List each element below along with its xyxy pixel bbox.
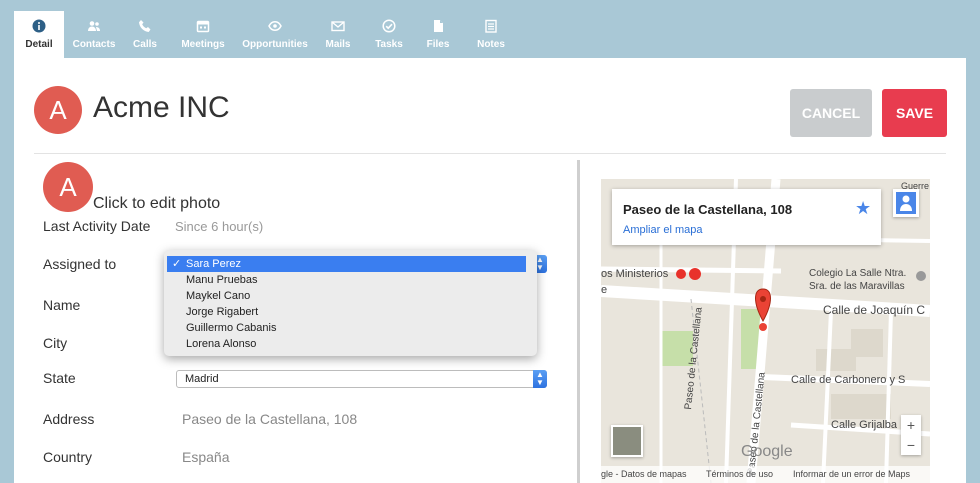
dropdown-option[interactable]: Maykel Cano xyxy=(164,288,537,304)
tab-label: Mails xyxy=(325,39,351,50)
contacts-icon xyxy=(88,21,100,31)
map-label: e xyxy=(601,284,608,296)
terms-link[interactable]: Términos de uso xyxy=(706,466,773,483)
star-icon[interactable]: ★ xyxy=(855,198,871,219)
pegman-icon xyxy=(896,192,916,214)
country-label: Country xyxy=(43,449,93,465)
tab-label: Notes xyxy=(477,39,505,50)
map-info-title: Paseo de la Castellana, 108 xyxy=(623,202,793,217)
photo-avatar[interactable]: A xyxy=(43,162,93,212)
last-activity-label: Last Activity Date xyxy=(43,218,151,234)
notes-icon xyxy=(485,19,497,33)
country-value[interactable]: España xyxy=(182,449,229,465)
select-arrows-icon: ▲ ▼ xyxy=(533,370,547,388)
map-label: Calle de Carbonero y S xyxy=(791,374,906,386)
assigned-to-dropdown: ✓ Sara Perez Manu Pruebas Maykel Cano Jor… xyxy=(164,250,537,356)
tab-files[interactable]: Files xyxy=(422,11,454,58)
city-label: City xyxy=(43,335,68,351)
tab-label: Meetings xyxy=(181,39,225,50)
tab-tasks[interactable]: Tasks xyxy=(370,11,408,58)
tab-label: Files xyxy=(426,39,450,50)
mail-icon xyxy=(331,21,345,32)
last-activity-value: Since 6 hour(s) xyxy=(175,219,264,234)
state-label: State xyxy=(43,370,76,386)
zoom-in-button[interactable]: + xyxy=(901,415,921,435)
satellite-toggle[interactable] xyxy=(611,425,643,457)
zoom-control: + − xyxy=(901,415,921,455)
map-label: Calle Grijalba xyxy=(831,419,898,431)
phone-icon xyxy=(139,20,151,32)
address-label: Address xyxy=(43,411,95,427)
tab-label: Calls xyxy=(133,39,157,50)
report-error-link[interactable]: Informar de un error de Maps xyxy=(793,466,910,483)
tab-label: Contacts xyxy=(72,39,116,50)
tab-opportunities[interactable]: Opportunities xyxy=(240,11,310,58)
zoom-out-button[interactable]: − xyxy=(901,435,921,455)
tab-meetings[interactable]: Meetings xyxy=(178,11,228,58)
header-divider xyxy=(34,153,946,154)
tab-label: Tasks xyxy=(375,39,403,50)
avatar: A xyxy=(34,86,82,134)
file-icon xyxy=(434,20,443,32)
tab-calls[interactable]: Calls xyxy=(128,11,162,58)
tab-contacts[interactable]: Contacts xyxy=(70,11,118,58)
map-info-box: Paseo de la Castellana, 108 Ampliar el m… xyxy=(612,189,881,245)
google-logo: Google xyxy=(741,443,793,460)
column-separator xyxy=(577,160,580,483)
tab-mails[interactable]: Mails xyxy=(320,11,356,58)
address-value[interactable]: Paseo de la Castellana, 108 xyxy=(182,411,357,427)
tab-bar: Detail Contacts Calls Meetings Opportuni… xyxy=(0,0,980,58)
tab-notes[interactable]: Notes xyxy=(472,11,510,58)
page-title: Acme INC xyxy=(93,91,230,124)
check-icon xyxy=(382,19,396,33)
calendar-icon xyxy=(196,20,210,33)
tab-label: Opportunities xyxy=(242,39,308,50)
detail-panel: A Acme INC CANCEL SAVE A Click to edit p… xyxy=(14,58,966,483)
map-label: os Ministerios xyxy=(601,268,669,280)
dropdown-option[interactable]: Lorena Alonso xyxy=(164,336,537,352)
tab-label: Detail xyxy=(25,39,53,50)
dropdown-option[interactable]: ✓ Sara Perez xyxy=(167,256,526,272)
map-label: Colegio La Salle Ntra. xyxy=(809,268,907,279)
state-select[interactable]: Madrid ▲ ▼ xyxy=(176,370,547,388)
map-attribution: gle - Datos de mapas Términos de uso Inf… xyxy=(601,466,930,483)
dropdown-option[interactable]: Jorge Rigabert xyxy=(164,304,537,320)
right-background-strip xyxy=(966,58,980,483)
tab-detail[interactable]: Detail xyxy=(14,11,64,58)
edit-photo-link[interactable]: Click to edit photo xyxy=(93,195,220,213)
save-button[interactable]: SAVE xyxy=(882,89,947,137)
enlarge-map-link[interactable]: Ampliar el mapa xyxy=(623,224,702,236)
map-label: Calle de Joaquín C xyxy=(823,303,926,317)
map-data-text: gle - Datos de mapas xyxy=(601,469,687,479)
dropdown-option[interactable]: Guillermo Cabanis xyxy=(164,320,537,336)
map[interactable]: Guerre os Ministerios Colegio La Salle N… xyxy=(601,179,930,483)
dropdown-option[interactable]: Manu Pruebas xyxy=(164,272,537,288)
eye-icon xyxy=(268,20,282,32)
checkmark-icon: ✓ xyxy=(172,258,182,270)
state-selected-value: Madrid xyxy=(185,373,219,385)
street-view-button[interactable] xyxy=(893,189,919,217)
name-label: Name xyxy=(43,297,81,313)
info-icon xyxy=(32,19,46,33)
assigned-to-label: Assigned to xyxy=(43,256,117,272)
map-label: Sra. de las Maravillas xyxy=(809,281,905,292)
cancel-button[interactable]: CANCEL xyxy=(790,89,872,137)
